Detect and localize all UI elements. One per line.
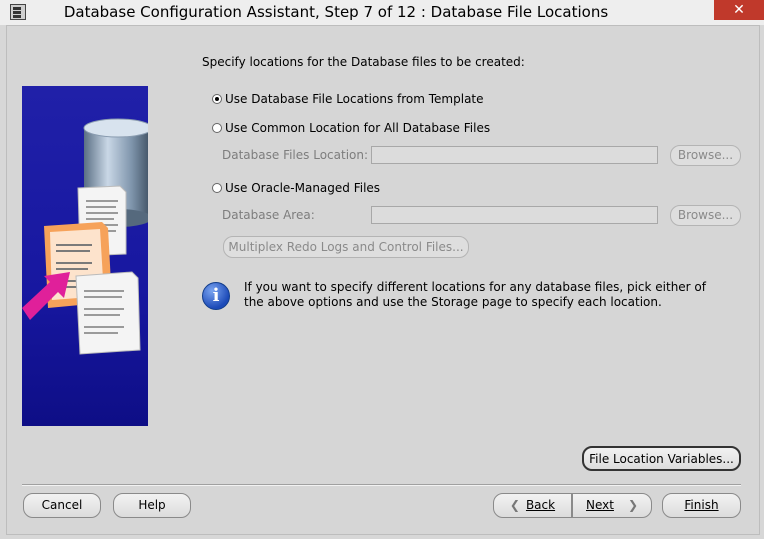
radio-button[interactable] [212,123,222,133]
cancel-label: Cancel [41,498,83,512]
intro-text: Specify locations for the Database files… [202,55,525,69]
radio-label: Use Database File Locations from Templat… [225,92,484,106]
document-icon [75,271,141,355]
radio-common-location[interactable]: Use Common Location for All Database Fil… [212,121,490,135]
file-location-variables-button[interactable]: File Location Variables... [582,446,741,471]
radio-button[interactable] [212,94,222,104]
arrow-icon [22,272,70,320]
finish-button[interactable]: Finish [662,493,741,518]
database-area-label: Database Area: [222,208,315,222]
database-files-location-label: Database Files Location: [222,148,369,162]
cancel-button[interactable]: Cancel [23,493,101,518]
title-bar: Database Configuration Assistant, Step 7… [0,0,764,25]
close-button[interactable]: ✕ [714,0,764,20]
chevron-left-icon: ❮ [509,498,520,512]
database-area-input[interactable] [371,206,658,224]
back-label: Back [525,498,556,512]
radio-label: Use Oracle-Managed Files [225,181,381,195]
database-files-illustration [22,118,148,355]
browse-location-button[interactable]: Browse... [670,145,741,166]
footer-separator [22,484,741,486]
file-location-variables-label: File Location Variables... [589,452,734,466]
info-icon: i [202,282,230,310]
radio-label: Use Common Location for All Database Fil… [225,121,491,135]
multiplex-redo-logs-button[interactable]: Multiplex Redo Logs and Control Files... [223,236,469,258]
finish-label: Finish [684,498,719,512]
window-title: Database Configuration Assistant, Step 7… [63,3,609,21]
chevron-right-icon: ❯ [627,498,639,512]
radio-button[interactable] [212,183,222,193]
next-button[interactable]: Next ❯ [572,493,652,518]
help-label: Help [138,498,166,512]
back-button[interactable]: ❮ Back [493,493,572,518]
help-button[interactable]: Help [113,493,191,518]
info-message: If you want to specify different locatio… [244,280,706,309]
next-label: Next [585,498,614,512]
database-files-location-input[interactable] [371,146,658,164]
radio-oracle-managed[interactable]: Use Oracle-Managed Files [212,181,380,195]
browse-area-button[interactable]: Browse... [670,205,741,226]
radio-template-locations[interactable]: Use Database File Locations from Templat… [212,92,484,106]
illustration-panel [22,86,148,426]
